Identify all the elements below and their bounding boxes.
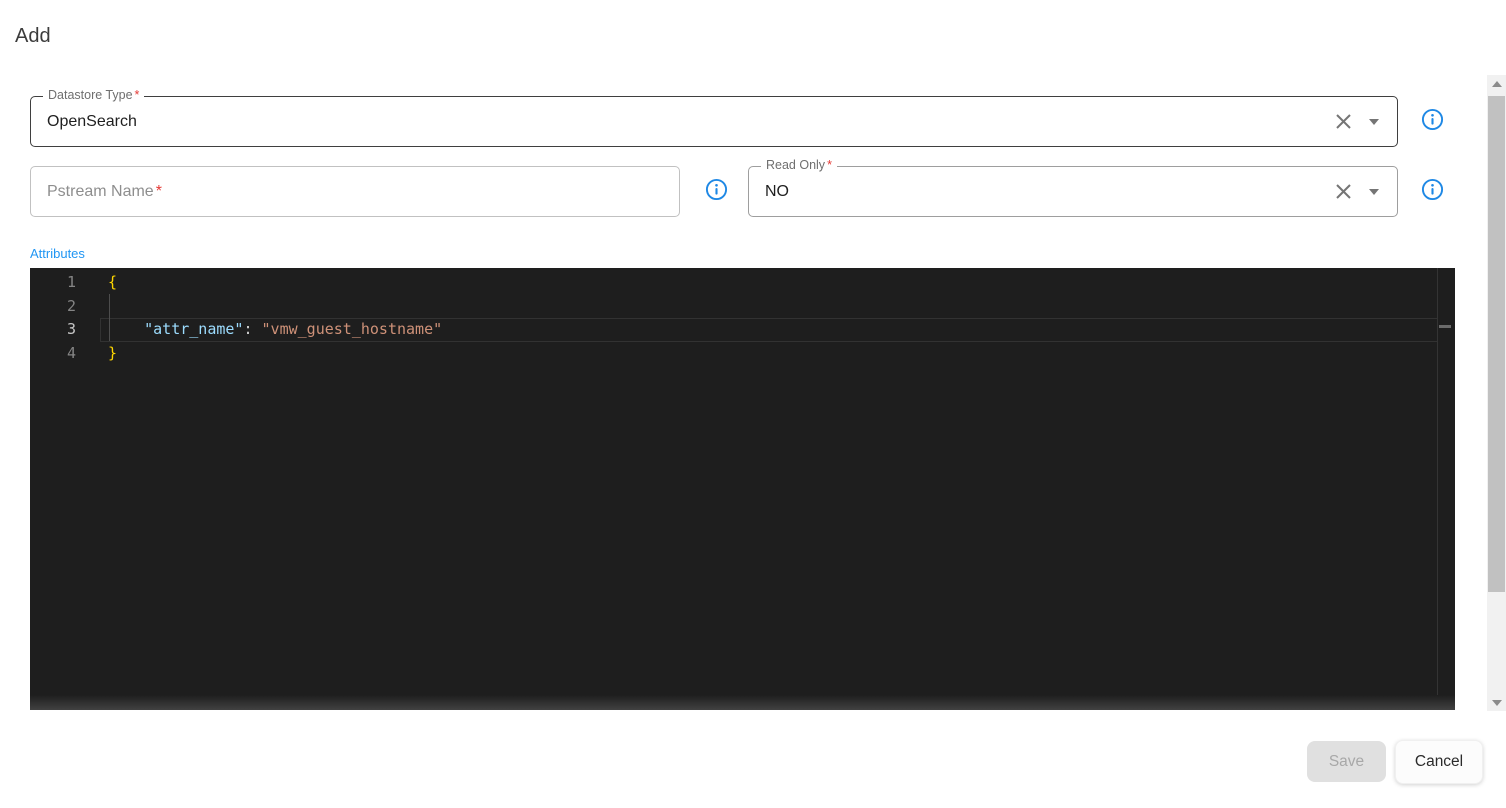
attributes-link[interactable]: Attributes <box>30 246 85 261</box>
editor-line-number: 1 <box>66 273 76 291</box>
attributes-code-editor[interactable]: 1{2 3 "attr_name": "vmw_guest_hostname" 4} <box>30 268 1455 710</box>
editor-line-content: "attr_name": "vmw_guest_hostname" <box>144 320 443 338</box>
pstream-name-input[interactable]: Pstream Name * <box>30 166 680 217</box>
required-asterisk: * <box>134 88 140 102</box>
code-editor-lines: 1{2 3 "attr_name": "vmw_guest_hostname" 4} <box>30 271 1455 365</box>
clear-x-icon[interactable] <box>1334 182 1353 201</box>
indent-guide <box>109 294 110 341</box>
read-only-adornments <box>1334 182 1397 201</box>
editor-line[interactable]: 2 <box>30 295 1455 319</box>
datastore-type-info-icon[interactable] <box>1421 108 1444 131</box>
save-button[interactable]: Save <box>1307 741 1386 782</box>
editor-line-number: 4 <box>66 343 76 362</box>
editor-bottom-fade <box>30 695 1455 710</box>
caret-down-icon[interactable] <box>1369 188 1379 195</box>
read-only-info-icon[interactable] <box>1421 178 1444 201</box>
editor-line-number: 3 <box>66 320 76 338</box>
page-scrollbar[interactable] <box>1487 75 1506 711</box>
datastore-type-label: Datastore Type * <box>43 88 145 103</box>
caret-down-icon[interactable] <box>1369 118 1379 125</box>
editor-line-content: } <box>108 343 118 362</box>
scroll-up-arrow-icon[interactable] <box>1487 75 1506 92</box>
editor-line-content: { <box>108 273 118 291</box>
scroll-down-arrow-icon[interactable] <box>1487 694 1506 711</box>
editor-line[interactable]: 3 "attr_name": "vmw_guest_hostname" <box>30 318 1455 342</box>
pstream-name-info-icon[interactable] <box>705 178 728 201</box>
required-asterisk: * <box>827 158 832 172</box>
cancel-button[interactable]: Cancel <box>1395 740 1483 784</box>
overview-ruler-cursor-mark <box>1439 325 1451 328</box>
read-only-value: NO <box>765 182 789 200</box>
editor-line-number: 2 <box>66 296 76 315</box>
clear-x-icon[interactable] <box>1334 112 1353 131</box>
scrollbar-thumb[interactable] <box>1488 96 1505 592</box>
datastore-type-value: OpenSearch <box>47 112 137 130</box>
read-only-select[interactable]: Read Only * NO <box>748 158 1398 217</box>
editor-line[interactable]: 1{ <box>30 271 1455 295</box>
datastore-type-select[interactable]: Datastore Type * OpenSearch <box>30 88 1398 147</box>
required-asterisk: * <box>155 182 162 200</box>
datastore-type-adornments <box>1334 112 1397 131</box>
page-title: Add <box>15 25 51 47</box>
overview-ruler-divider <box>1437 268 1438 710</box>
pstream-name-placeholder: Pstream Name * <box>47 182 162 200</box>
read-only-label: Read Only * <box>761 158 837 173</box>
editor-line[interactable]: 4} <box>30 342 1455 366</box>
add-dialog: Add Datastore Type * OpenSearch Pstream N… <box>0 0 1506 808</box>
